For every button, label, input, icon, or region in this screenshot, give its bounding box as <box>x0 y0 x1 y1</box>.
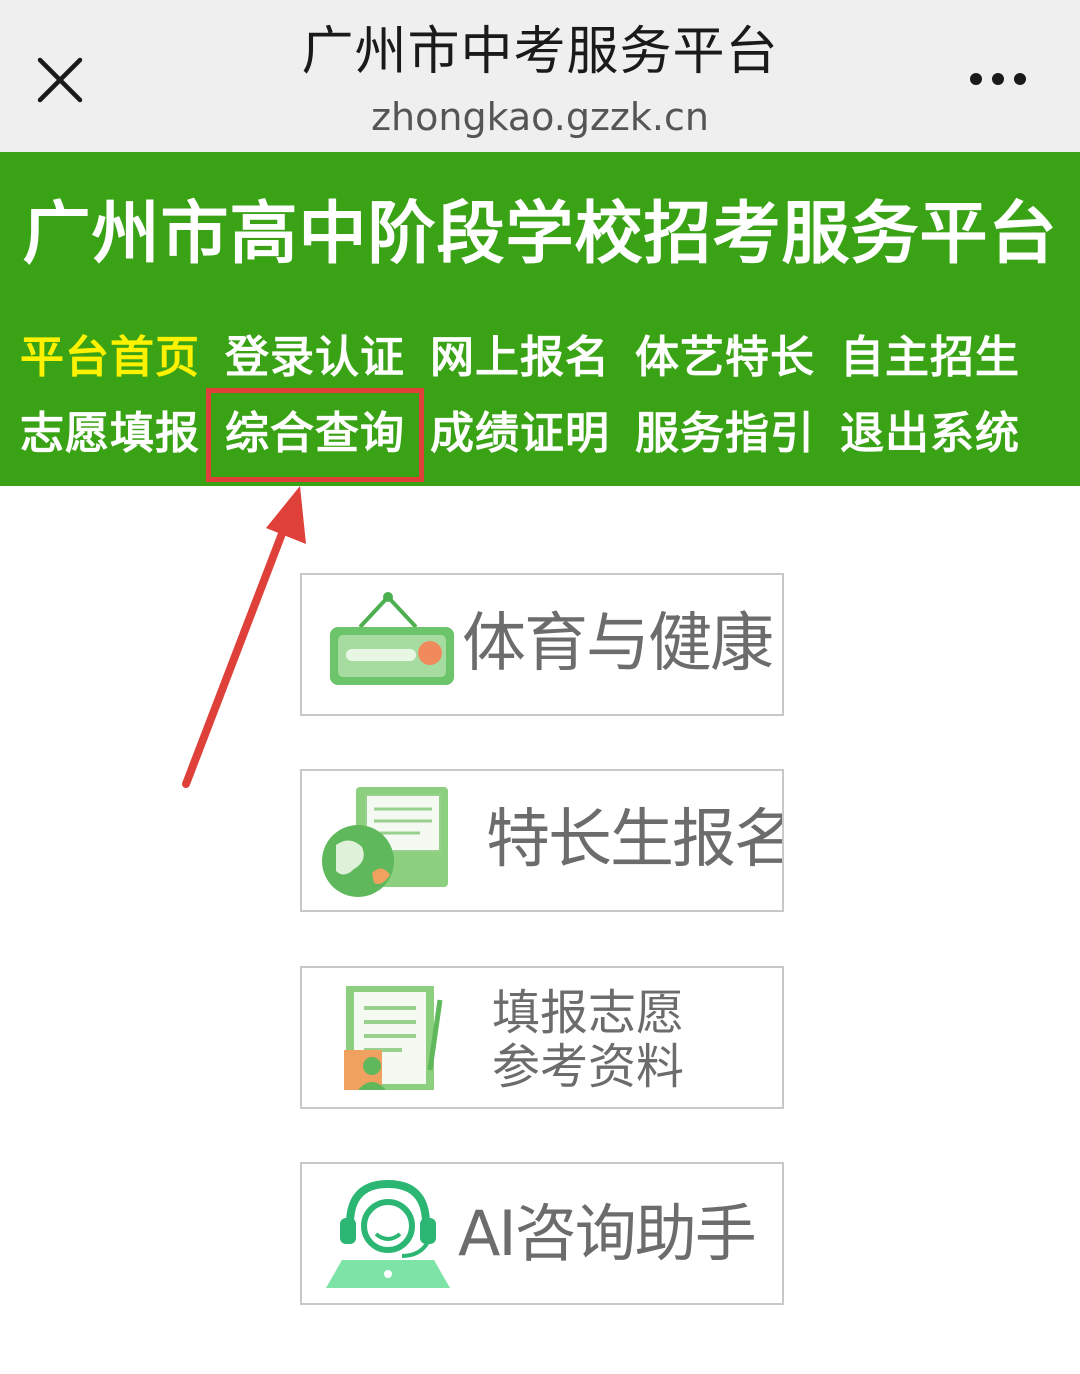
browser-top-bar: 广州市中考服务平台 zhongkao.gzzk.cn <box>0 0 1080 152</box>
more-options-button[interactable] <box>968 62 1028 96</box>
nav-row-1: 平台首页 登录认证 网上报名 体艺特长 自主招生 <box>20 328 1070 388</box>
browser-url: zhongkao.gzzk.cn <box>371 95 709 139</box>
nav-item-comprehensive-query[interactable]: 综合查询 <box>225 404 415 464</box>
card-ai-assistant[interactable]: AI咨询助手 <box>300 1162 784 1305</box>
card-label: AI咨询助手 <box>458 1197 757 1270</box>
browser-page-title: 广州市中考服务平台 <box>301 22 779 82</box>
card-label: 填报志愿 参考资料 <box>492 986 772 1094</box>
signboard-icon <box>316 587 460 703</box>
card-label: 特长生报名 <box>486 803 784 877</box>
nav-item-home[interactable]: 平台首页 <box>20 328 210 388</box>
card-physical-health[interactable]: 体育与健康 <box>300 573 784 716</box>
annotation-arrow-icon <box>182 486 306 788</box>
more-dots-icon <box>970 73 1026 85</box>
card-specialty-registration[interactable]: 特长生报名 <box>300 769 784 912</box>
card-volunteer-reference[interactable]: 填报志愿 参考资料 <box>300 966 784 1109</box>
nav-item-score-certificate[interactable]: 成绩证明 <box>430 404 620 464</box>
nav-item-arts-sports-specialty[interactable]: 体艺特长 <box>635 328 825 388</box>
globe-folder-icon <box>316 783 460 899</box>
document-person-icon <box>316 980 460 1096</box>
nav-item-volunteer-filling[interactable]: 志愿填报 <box>20 404 210 464</box>
site-header: 广州市高中阶段学校招考服务平台 平台首页 登录认证 网上报名 体艺特长 自主招生… <box>0 152 1080 486</box>
nav-item-online-registration[interactable]: 网上报名 <box>430 328 620 388</box>
nav-row-2: 志愿填报 综合查询 成绩证明 服务指引 退出系统 <box>20 404 1070 464</box>
nav-item-logout[interactable]: 退出系统 <box>840 404 1030 464</box>
card-label-line-2: 参考资料 <box>492 1039 685 1095</box>
card-label-line-1: 填报志愿 <box>492 985 685 1041</box>
nav-item-login[interactable]: 登录认证 <box>225 328 415 388</box>
card-label: 体育与健康 <box>462 607 774 681</box>
nav-item-service-guide[interactable]: 服务指引 <box>635 404 825 464</box>
headset-assistant-icon <box>316 1176 460 1292</box>
site-title: 广州市高中阶段学校招考服务平台 <box>22 195 1058 274</box>
nav-item-independent-admission[interactable]: 自主招生 <box>840 328 1030 388</box>
